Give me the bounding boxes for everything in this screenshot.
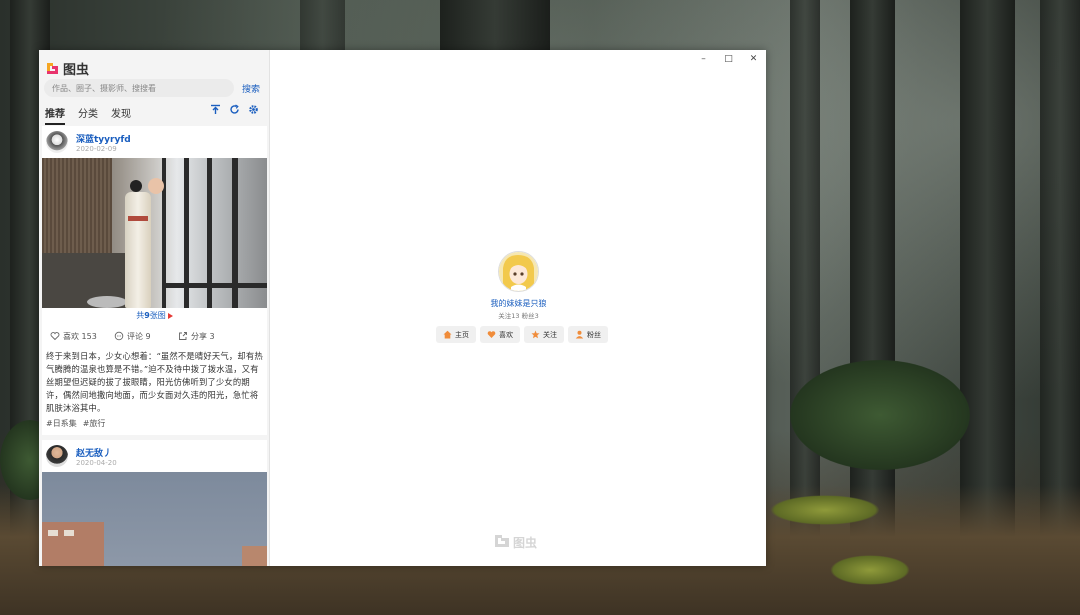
tag-link[interactable]: #旅行 — [83, 418, 106, 429]
comment-icon — [114, 331, 124, 341]
post-description: 终于来到日本，少女心想着：“虽然不是晴好天气，却有热气腾腾的温泉也算是不错。”迫… — [46, 351, 263, 413]
like-count: 喜欢 153 — [63, 331, 97, 341]
post-date: 2020-04-20 — [76, 459, 117, 467]
search-button[interactable]: 搜索 — [242, 82, 260, 95]
sidebar: 图虫 搜索 推荐 分类 发现 深蓝tyyryfd — [39, 50, 270, 566]
app-logo: 图虫 — [46, 59, 89, 78]
share-icon — [178, 331, 188, 341]
logo-icon — [494, 534, 510, 551]
card-header: 深蓝tyyryfd 2020-02-09 — [42, 126, 267, 158]
heart-icon — [487, 330, 496, 339]
feed-list: 深蓝tyyryfd 2020-02-09 共9张图 喜欢 153 评论 9 分享… — [42, 126, 267, 566]
profile-stats: 关注13 粉丝3 — [498, 312, 539, 320]
likes-button[interactable]: 喜欢 — [480, 326, 520, 343]
author-avatar[interactable] — [46, 445, 68, 467]
heart-icon — [50, 331, 60, 341]
fern — [790, 360, 970, 470]
follow-button[interactable]: 关注 — [524, 326, 564, 343]
home-icon — [443, 330, 452, 339]
feed-tabs: 推荐 分类 发现 — [45, 105, 131, 125]
profile-avatar[interactable] — [498, 251, 539, 292]
tree-trunk — [850, 0, 895, 560]
minimize-button[interactable]: – — [691, 50, 716, 68]
watermark-logo: 图虫 — [494, 534, 537, 551]
post-tags: #日系集 #旅行 — [42, 415, 267, 435]
likes-button-label: 喜欢 — [499, 330, 513, 339]
settings-gear-icon[interactable] — [248, 104, 259, 115]
tree-trunk — [960, 0, 1015, 560]
scroll-to-top-icon[interactable] — [210, 104, 221, 115]
tree-trunk — [1040, 0, 1080, 560]
tab-category[interactable]: 分类 — [78, 105, 98, 125]
post-date: 2020-02-09 — [76, 145, 117, 153]
like-button[interactable]: 喜欢 153 — [50, 331, 114, 342]
feed-card: 赵无敌丿 2020-04-20 — [42, 440, 267, 566]
tree-trunk — [790, 0, 820, 560]
feed-card: 深蓝tyyryfd 2020-02-09 共9张图 喜欢 153 评论 9 分享… — [42, 126, 267, 435]
moss-patch — [830, 555, 910, 585]
fans-button-label: 粉丝 — [587, 330, 601, 339]
author-name[interactable]: 深蓝tyyryfd — [76, 132, 131, 145]
home-button-label: 主页 — [455, 330, 469, 339]
star-icon — [531, 330, 540, 339]
share-count: 分享 3 — [191, 331, 215, 341]
main-pane: – □ ✕ 我的妹妹是只狼 关注13 粉丝3 主页 喜欢 关注 粉丝 图虫 — [270, 50, 766, 566]
close-button[interactable]: ✕ — [741, 50, 766, 68]
card-header: 赵无敌丿 2020-04-20 — [42, 440, 267, 472]
maximize-button[interactable]: □ — [716, 50, 741, 68]
comment-count: 评论 9 — [127, 331, 151, 341]
app-window: 图虫 搜索 推荐 分类 发现 深蓝tyyryfd — [39, 50, 766, 566]
post-photo[interactable] — [42, 472, 267, 566]
comment-button[interactable]: 评论 9 — [114, 331, 178, 342]
window-controls: – □ ✕ — [691, 50, 766, 68]
home-button[interactable]: 主页 — [436, 326, 476, 343]
toolbar — [210, 104, 259, 115]
author-name[interactable]: 赵无敌丿 — [76, 446, 112, 459]
play-arrow-icon — [167, 312, 173, 319]
follow-button-label: 关注 — [543, 330, 557, 339]
photo-count-prefix: 共 — [136, 311, 145, 320]
user-icon — [575, 330, 584, 339]
logo-text: 图虫 — [63, 63, 90, 78]
moss-patch — [770, 495, 880, 525]
tab-recommend[interactable]: 推荐 — [45, 105, 65, 125]
profile-name[interactable]: 我的妹妹是只狼 — [466, 298, 571, 309]
author-avatar[interactable] — [46, 131, 68, 153]
share-button[interactable]: 分享 3 — [178, 331, 242, 342]
photo-count-link[interactable]: 共9张图 — [42, 308, 267, 324]
tag-link[interactable]: #日系集 — [46, 418, 77, 429]
fans-button[interactable]: 粉丝 — [568, 326, 608, 343]
refresh-icon[interactable] — [229, 104, 240, 115]
post-photo[interactable] — [42, 158, 267, 308]
tab-discover[interactable]: 发现 — [111, 105, 131, 125]
watermark-text: 图虫 — [513, 536, 538, 550]
photo-count-suffix: 张图 — [149, 311, 166, 320]
post-actions: 喜欢 153 评论 9 分享 3 — [42, 326, 267, 346]
search-input[interactable] — [44, 79, 234, 97]
logo-icon — [46, 62, 59, 75]
profile-actions: 主页 喜欢 关注 粉丝 — [436, 326, 608, 343]
